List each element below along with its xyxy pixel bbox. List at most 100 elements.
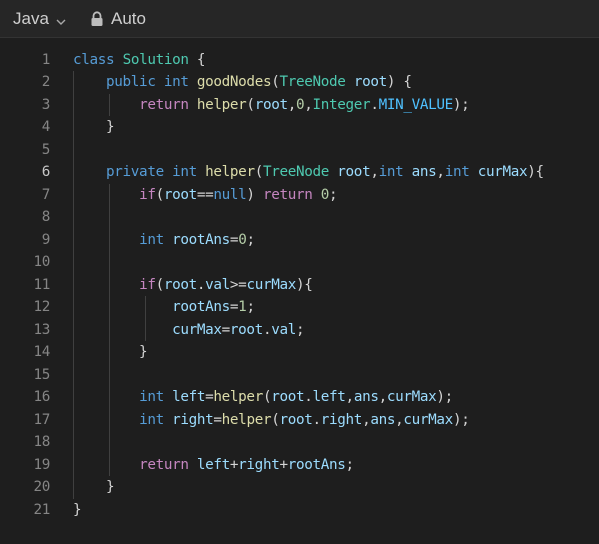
- line-number: 17: [33, 411, 50, 428]
- language-label: Java: [13, 9, 49, 28]
- code-token: ans: [411, 164, 437, 180]
- code-token: curMax: [403, 411, 453, 428]
- code-line[interactable]: 19 return left+right+rootAns;: [0, 454, 599, 476]
- code-token: =: [221, 321, 231, 338]
- line-number: 18: [33, 434, 50, 450]
- code-text: class Solution {: [73, 49, 205, 71]
- code-token: .: [304, 389, 313, 405]
- code-line[interactable]: 2 public int goodNodes(TreeNode root) {: [0, 71, 599, 93]
- code-token: ;: [246, 299, 255, 315]
- code-line[interactable]: 12 rootAns=1;: [0, 296, 599, 318]
- code-token: );: [452, 411, 470, 428]
- code-text: public int goodNodes(TreeNode root) {: [73, 71, 412, 93]
- code-token: rootAns: [172, 231, 230, 248]
- code-token: int: [139, 389, 164, 405]
- code-text: if(root==null) return 0;: [73, 184, 338, 206]
- code-token: curMax: [386, 389, 437, 405]
- code-line[interactable]: 18: [0, 431, 599, 453]
- code-token: root: [353, 74, 387, 90]
- code-line[interactable]: 20 }: [0, 476, 599, 498]
- code-token: root: [337, 164, 371, 180]
- indent-guide: [108, 183, 110, 476]
- code-token: helper: [196, 96, 247, 113]
- code-line[interactable]: 15: [0, 364, 599, 386]
- code-text: }: [73, 341, 148, 363]
- code-token: (: [254, 164, 264, 180]
- code-token: int: [139, 411, 164, 428]
- code-line[interactable]: 16 int left=helper(root.left,ans,curMax)…: [0, 386, 599, 408]
- line-number: 1: [41, 51, 51, 68]
- code-text: private int helper(TreeNode root,int ans…: [73, 161, 544, 183]
- code-token: ans: [353, 389, 379, 405]
- code-token: ;: [295, 321, 305, 338]
- mode-indicator[interactable]: Auto: [90, 9, 146, 29]
- code-token: class: [73, 51, 115, 68]
- code-token: 0: [320, 186, 330, 203]
- code-token: rootAns: [172, 299, 230, 315]
- code-token: right: [238, 456, 280, 473]
- code-token: {: [188, 51, 206, 68]
- mode-label: Auto: [111, 9, 146, 28]
- code-token: root: [163, 276, 197, 293]
- code-line[interactable]: 4 }: [0, 116, 599, 138]
- code-line[interactable]: 10: [0, 251, 599, 273]
- code-token: >=: [229, 276, 247, 293]
- code-text: }: [73, 116, 115, 138]
- lock-icon: [90, 11, 104, 27]
- code-token: }: [73, 501, 82, 518]
- code-token: rootAns: [287, 456, 346, 473]
- code-token: ){: [527, 164, 544, 180]
- code-token: return: [139, 96, 189, 113]
- code-line[interactable]: 13 curMax=root.val;: [0, 319, 599, 341]
- code-text: rootAns=1;: [73, 296, 255, 318]
- code-token: private: [106, 164, 164, 180]
- code-token: }: [73, 479, 115, 495]
- line-number: 9: [41, 231, 51, 248]
- editor-toolbar: Java Auto: [0, 0, 599, 38]
- code-line[interactable]: 3 return helper(root,0,Integer.MIN_VALUE…: [0, 94, 599, 116]
- code-line[interactable]: 8: [0, 206, 599, 228]
- code-token: =: [229, 299, 239, 315]
- code-token: left: [312, 389, 346, 405]
- line-number: 11: [33, 276, 50, 293]
- code-line[interactable]: 7 if(root==null) return 0;: [0, 184, 599, 206]
- code-token: ,: [436, 164, 445, 180]
- code-token: curMax: [172, 321, 222, 338]
- code-editor[interactable]: 1 class Solution {2 public int goodNodes(…: [0, 38, 599, 544]
- code-line[interactable]: 9 int rootAns=0;: [0, 229, 599, 251]
- line-number: 7: [41, 186, 51, 203]
- code-text: int left=helper(root.left,ans,curMax);: [73, 386, 453, 408]
- line-number: 3: [41, 96, 51, 113]
- code-token: goodNodes: [196, 74, 272, 90]
- indent-guide: [108, 93, 110, 116]
- code-token: val: [205, 276, 230, 293]
- code-line[interactable]: 5: [0, 139, 599, 161]
- line-number: 20: [33, 479, 50, 495]
- code-token: ,: [287, 96, 297, 113]
- code-line[interactable]: 21}: [0, 499, 599, 521]
- code-line[interactable]: 17 int right=helper(root.right,ans,curMa…: [0, 409, 599, 431]
- code-token: ans: [370, 411, 396, 428]
- code-token: if: [139, 276, 156, 293]
- code-text: int rootAns=0;: [73, 229, 255, 251]
- line-number: 21: [33, 501, 50, 518]
- code-line[interactable]: 14 }: [0, 341, 599, 363]
- code-line[interactable]: 11 if(root.val>=curMax){: [0, 274, 599, 296]
- code-token: public: [106, 74, 156, 90]
- language-selector[interactable]: Java: [13, 9, 67, 29]
- code-line[interactable]: 6 private int helper(TreeNode root,int a…: [0, 161, 599, 183]
- code-line[interactable]: 1 class Solution {: [0, 49, 599, 71]
- code-token: Integer: [312, 96, 371, 113]
